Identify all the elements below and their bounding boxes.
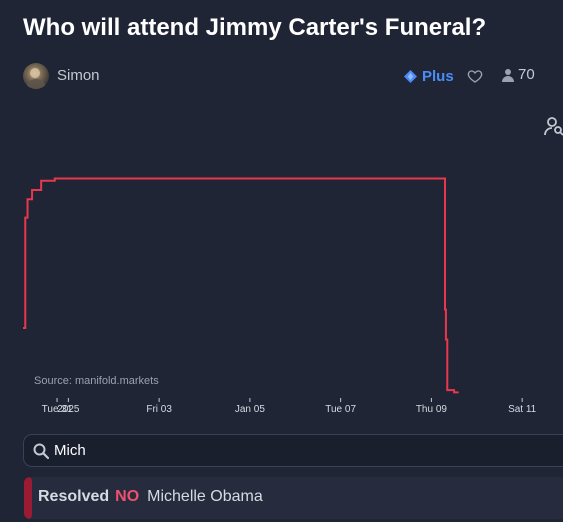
answer-text: Resolved NO Michelle Obama bbox=[38, 488, 263, 506]
answer-row[interactable]: Resolved NO Michelle Obama bbox=[24, 477, 563, 519]
user-search-icon[interactable] bbox=[544, 116, 563, 136]
answer-name: Michelle Obama bbox=[147, 488, 263, 505]
diamond-icon bbox=[404, 69, 417, 83]
x-tick-label: Jan 05 bbox=[235, 404, 265, 415]
answer-search-input[interactable] bbox=[54, 435, 534, 466]
x-tick-label: Sat 11 bbox=[508, 404, 537, 415]
answer-resolution: NO bbox=[115, 488, 140, 505]
plus-label: Plus bbox=[422, 67, 454, 85]
x-tick-label: 2025 bbox=[57, 404, 80, 415]
trader-count-badge[interactable]: 70 bbox=[501, 66, 535, 83]
market-header-row: Simon Plus 70 bbox=[23, 63, 563, 89]
trader-count: 70 bbox=[518, 66, 535, 83]
author-name[interactable]: Simon bbox=[57, 67, 100, 84]
plus-badge[interactable]: Plus bbox=[404, 66, 454, 86]
series-line-0 bbox=[23, 177, 459, 394]
chart-source-label: Source: manifold.markets bbox=[34, 375, 159, 387]
x-tick-label: Tue 07 bbox=[325, 404, 356, 415]
page-title: Who will attend Jimmy Carter's Funeral? bbox=[23, 14, 487, 41]
answer-probability-bar bbox=[24, 477, 32, 519]
heart-icon[interactable] bbox=[467, 68, 483, 84]
x-tick-label: Thu 09 bbox=[416, 404, 448, 415]
person-icon bbox=[502, 68, 514, 82]
answer-status: Resolved bbox=[38, 488, 110, 505]
search-icon bbox=[33, 443, 49, 459]
answer-search-bar[interactable] bbox=[23, 434, 563, 467]
probability-chart[interactable]: Tue 31 2025 Fri 03 Jan 05 Tue 07 Thu 09 Sat 11… bbox=[0, 140, 563, 430]
author-avatar[interactable] bbox=[23, 63, 49, 89]
x-tick-label: Fri 03 bbox=[146, 404, 172, 415]
